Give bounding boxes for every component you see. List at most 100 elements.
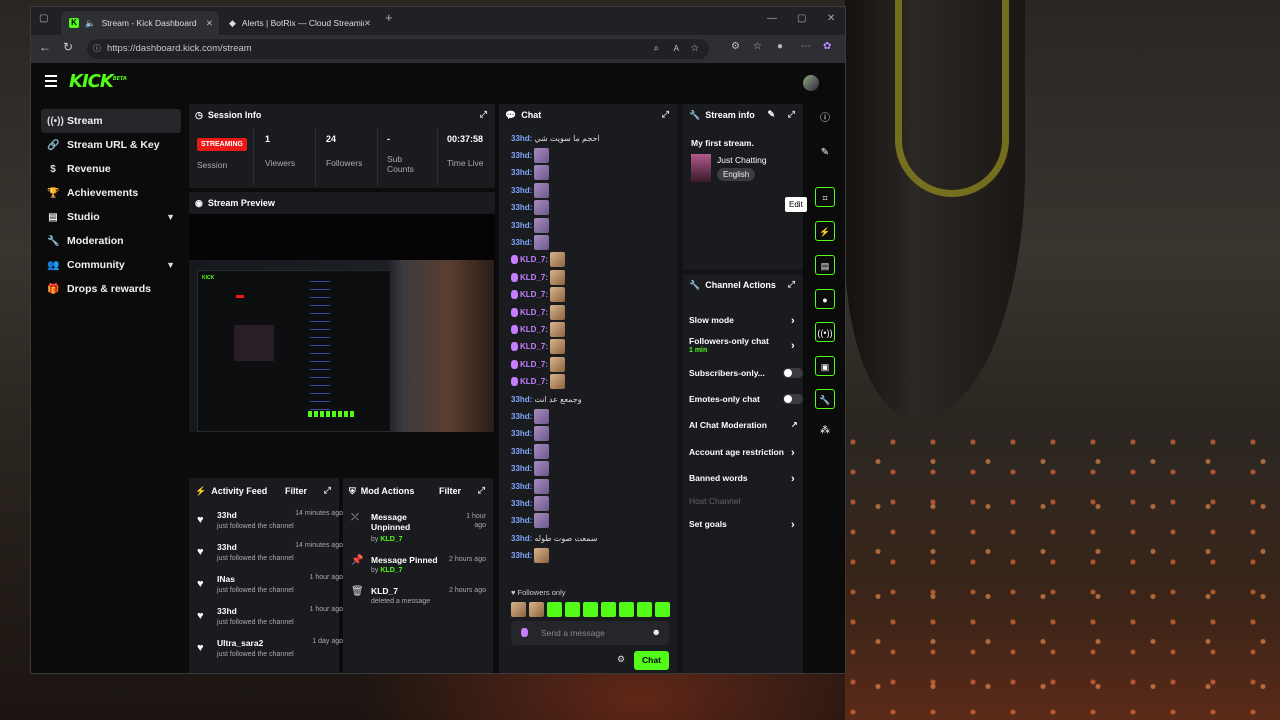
chat-username[interactable]: KLD_7: — [520, 360, 548, 369]
add-widget-icon[interactable]: ⁂ — [815, 421, 835, 441]
set-goals-row[interactable]: Set goals › — [689, 519, 799, 531]
emote-icon[interactable] — [529, 602, 544, 617]
emote-icon[interactable] — [655, 602, 670, 617]
site-info-icon[interactable]: ⓘ — [93, 39, 101, 59]
sidebar-item-achievements[interactable]: 🏆 Achievements — [41, 181, 181, 205]
tab-actions-icon[interactable]: ▢ — [39, 13, 48, 24]
sidebar-item-revenue[interactable]: $ Revenue — [41, 157, 181, 181]
back-icon[interactable]: ← — [39, 40, 51, 54]
emote-icon[interactable] — [547, 602, 562, 617]
chat-username[interactable]: 33hd: — [511, 499, 532, 508]
chat-username[interactable]: KLD_7: — [520, 342, 548, 351]
sidebar-item-community[interactable]: 👥 Community ▼ — [41, 253, 181, 277]
notes-icon[interactable]: ▤ — [815, 255, 835, 275]
banned-words-row[interactable]: Banned words › — [689, 473, 799, 485]
edit-pencil-icon[interactable]: ✎ — [815, 143, 835, 163]
close-tab-icon[interactable]: ✕ — [206, 18, 213, 29]
tab-kick-dashboard[interactable]: K 🔈 Stream - Kick Dashboard ✕ — [61, 11, 219, 35]
favorite-star-icon[interactable]: ☆ — [690, 39, 699, 59]
extension-icon[interactable]: ⚙ — [731, 41, 740, 52]
clip-icon[interactable]: ⌗ — [815, 187, 835, 207]
sidebar-item-stream[interactable]: ((•)) Stream — [41, 109, 181, 133]
expand-icon[interactable]: ⤢ — [478, 485, 485, 496]
chat-username[interactable]: 33hd: — [511, 534, 532, 543]
chat-username[interactable]: 33hd: — [511, 464, 532, 473]
chat-username[interactable]: KLD_7: — [520, 255, 548, 264]
zoom-icon[interactable]: ⌕ — [654, 39, 659, 59]
chat-username[interactable]: KLD_7: — [520, 308, 548, 317]
account-age-row[interactable]: Account age restriction › — [689, 447, 799, 459]
sidebar-item-stream-url[interactable]: 🔗 Stream URL & Key — [41, 133, 181, 157]
chat-username[interactable]: 33hd: — [511, 203, 532, 212]
tab-botrix[interactable]: ◆ Alerts | BotRix — Cloud Streaming ✕ — [221, 11, 377, 35]
url-input[interactable]: ⓘ https://dashboard.kick.com/stream ⌕ A … — [87, 39, 709, 59]
chat-username[interactable]: 33hd: — [511, 429, 532, 438]
chat-username[interactable]: 33hd: — [511, 186, 532, 195]
chat-username[interactable]: 33hd: — [511, 395, 532, 404]
info-icon[interactable]: ⓘ — [815, 109, 835, 129]
broadcast-icon[interactable]: ((•)) — [815, 322, 835, 342]
chat-username[interactable]: 33hd: — [511, 221, 532, 230]
close-window-icon[interactable]: ✕ — [827, 13, 835, 24]
expand-icon[interactable]: ⤢ — [324, 485, 331, 496]
favorites-icon[interactable]: ☆ — [753, 41, 762, 52]
chat-username[interactable]: 33hd: — [511, 412, 532, 421]
sidebar-item-moderation[interactable]: 🔧 Moderation — [41, 229, 181, 253]
user-avatar[interactable] — [803, 75, 819, 91]
expand-icon[interactable]: ⤢ — [788, 279, 795, 290]
menu-icon[interactable] — [45, 75, 57, 90]
chat-message: 33hd: — [511, 234, 550, 250]
ai-moderation-row[interactable]: AI Chat Moderation ↗ — [689, 420, 799, 430]
emoji-icon[interactable]: ☻ — [652, 627, 661, 637]
chat-username[interactable]: 33hd: — [511, 551, 532, 560]
chat-username[interactable]: 33hd: — [511, 134, 532, 143]
message-input[interactable]: Send a message ☻ — [511, 621, 669, 645]
send-chat-button[interactable]: Chat — [634, 651, 669, 670]
chat-username[interactable]: 33hd: — [511, 151, 532, 160]
sidebar-item-drops[interactable]: 🎁 Drops & rewards — [41, 277, 181, 301]
sidebar-item-studio[interactable]: ▤ Studio ▼ — [41, 205, 181, 229]
chat-bubble-icon[interactable]: ● — [815, 289, 835, 309]
activity-filter-button[interactable]: Filter — [285, 486, 307, 496]
wrench-icon[interactable]: 🔧 — [815, 389, 835, 409]
close-tab-icon[interactable]: ✕ — [364, 18, 371, 29]
followers-only-row[interactable]: Followers-only chat 1 min › — [689, 336, 799, 354]
emote-icon[interactable] — [619, 602, 634, 617]
speaker-icon[interactable]: 🔈 — [85, 18, 96, 29]
lightning-icon[interactable]: ⚡ — [815, 221, 835, 241]
chat-username[interactable]: 33hd: — [511, 482, 532, 491]
chat-username[interactable]: KLD_7: — [520, 290, 548, 299]
video-area[interactable]: KICK — [189, 214, 495, 432]
emotes-only-toggle[interactable] — [783, 394, 803, 404]
expand-icon[interactable]: ⤢ — [662, 109, 669, 120]
expand-icon[interactable]: ⤢ — [788, 109, 795, 120]
chat-username[interactable]: 33hd: — [511, 238, 532, 247]
copilot-icon[interactable]: ✿ — [823, 41, 831, 52]
mod-filter-button[interactable]: Filter — [439, 486, 461, 496]
reload-icon[interactable]: ↻ — [63, 40, 73, 54]
chat-username[interactable]: 33hd: — [511, 516, 532, 525]
read-aloud-icon[interactable]: A — [674, 39, 679, 59]
profile-icon[interactable]: ● — [777, 41, 783, 52]
emote-icon[interactable] — [601, 602, 616, 617]
chat-username[interactable]: KLD_7: — [520, 273, 548, 282]
emote-icon[interactable] — [637, 602, 652, 617]
chat-username[interactable]: KLD_7: — [520, 377, 548, 386]
maximize-icon[interactable]: ▢ — [797, 13, 806, 24]
layout-icon[interactable]: ▣ — [815, 356, 835, 376]
subscribers-only-toggle[interactable] — [783, 368, 803, 378]
emote-icon[interactable] — [511, 602, 526, 617]
chat-username[interactable]: 33hd: — [511, 168, 532, 177]
minimize-icon[interactable]: — — [767, 13, 777, 24]
emote-icon[interactable] — [565, 602, 580, 617]
new-tab-icon[interactable]: + — [385, 10, 393, 25]
expand-icon[interactable]: ⤢ — [480, 109, 487, 120]
more-menu-icon[interactable]: ⋯ — [801, 41, 811, 52]
chat-settings-icon[interactable]: ⚙ — [617, 654, 625, 665]
chat-username[interactable]: KLD_7: — [520, 325, 548, 334]
chat-username[interactable]: 33hd: — [511, 447, 532, 456]
slow-mode-row[interactable]: Slow mode › — [689, 315, 799, 327]
edit-pencil-icon[interactable]: ✎ — [767, 109, 775, 120]
emote-icon[interactable] — [583, 602, 598, 617]
kick-logo[interactable]: KICKBETA — [69, 71, 127, 92]
